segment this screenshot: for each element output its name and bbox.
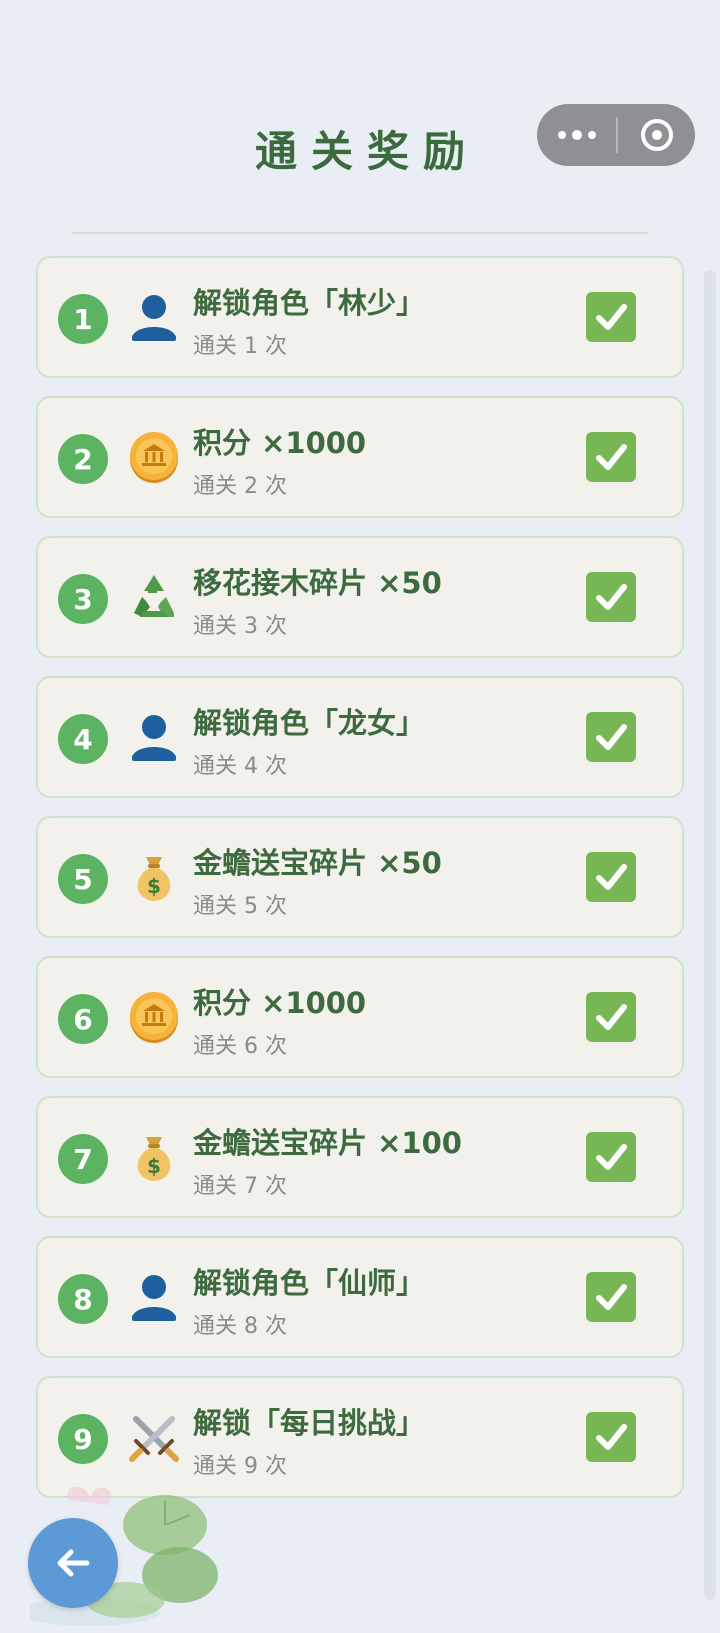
scrollbar[interactable] — [704, 270, 716, 1600]
checkmark-icon — [586, 292, 636, 342]
reward-requirement: 通关 2 次 — [193, 474, 287, 499]
reward-requirement: 通关 7 次 — [193, 1174, 287, 1199]
coin-icon — [126, 989, 182, 1045]
reward-requirement: 通关 8 次 — [193, 1314, 287, 1339]
person-silhouette-icon — [126, 1269, 182, 1325]
coin-icon — [126, 429, 182, 485]
checkmark-icon — [586, 1132, 636, 1182]
reward-requirement: 通关 4 次 — [193, 754, 287, 779]
reward-requirement: 通关 9 次 — [193, 1454, 287, 1479]
reward-name: 解锁角色「龙女」 — [193, 706, 426, 740]
checkmark-icon — [586, 992, 636, 1042]
reward-number-badge: 1 — [58, 294, 108, 344]
svg-text:$: $ — [147, 874, 161, 898]
crossed-swords-icon — [126, 1409, 182, 1465]
person-silhouette-icon — [126, 289, 182, 345]
money-bag-icon: $ — [126, 1129, 182, 1185]
reward-item[interactable]: 8 解锁角色「仙师」通关 8 次 — [36, 1236, 684, 1358]
reward-number-badge: 2 — [58, 434, 108, 484]
title-divider — [72, 232, 648, 234]
reward-requirement: 通关 1 次 — [193, 334, 287, 359]
reward-item[interactable]: 1 解锁角色「林少」通关 1 次 — [36, 256, 684, 378]
recycle-icon — [126, 569, 182, 625]
money-bag-icon: $ — [126, 849, 182, 905]
reward-item[interactable]: 3 移花接木碎片 ×50 通关 3 次 — [36, 536, 684, 658]
reward-requirement: 通关 3 次 — [193, 614, 287, 639]
reward-list: 1 解锁角色「林少」通关 1 次 2 积分 ×1000 通关 2 次 3 移花接木碎片 ×5… — [36, 256, 684, 1516]
reward-requirement: 通关 6 次 — [193, 1034, 287, 1059]
checkmark-icon — [586, 432, 636, 482]
reward-item[interactable]: 7 $ 金蟾送宝碎片 ×100 通关 7 次 — [36, 1096, 684, 1218]
reward-page: 通关奖励 1 解锁角色「林少」通关 1 次 2 积分 ×1000 通关 2 次 3 移花接木… — [0, 0, 720, 1633]
reward-name: 积分 ×1000 — [193, 986, 367, 1020]
reward-item[interactable]: 5 $ 金蟾送宝碎片 ×50 通关 5 次 — [36, 816, 684, 938]
reward-item[interactable]: 6 积分 ×1000 通关 6 次 — [36, 956, 684, 1078]
person-silhouette-icon — [126, 709, 182, 765]
reward-name: 金蟾送宝碎片 ×100 — [193, 1126, 462, 1160]
reward-number-badge: 7 — [58, 1134, 108, 1184]
reward-number-badge: 9 — [58, 1414, 108, 1464]
checkmark-icon — [586, 712, 636, 762]
reward-name: 解锁角色「仙师」 — [193, 1266, 426, 1300]
reward-requirement: 通关 5 次 — [193, 894, 287, 919]
checkmark-icon — [586, 1272, 636, 1322]
reward-name: 解锁角色「林少」 — [193, 286, 426, 320]
back-button[interactable] — [28, 1518, 118, 1608]
page-title: 通关奖励 — [254, 127, 479, 176]
reward-item[interactable]: 2 积分 ×1000 通关 2 次 — [36, 396, 684, 518]
arrow-left-icon — [57, 1549, 90, 1577]
reward-name: 移花接木碎片 ×50 — [193, 566, 442, 600]
reward-number-badge: 8 — [58, 1274, 108, 1324]
checkmark-icon — [586, 852, 636, 902]
reward-name: 解锁「每日挑战」 — [193, 1406, 426, 1440]
reward-number-badge: 3 — [58, 574, 108, 624]
svg-text:$: $ — [147, 1154, 161, 1178]
checkmark-icon — [586, 1412, 636, 1462]
reward-item[interactable]: 4 解锁角色「龙女」通关 4 次 — [36, 676, 684, 798]
reward-number-badge: 4 — [58, 714, 108, 764]
checkmark-icon — [586, 572, 636, 622]
reward-number-badge: 5 — [58, 854, 108, 904]
reward-name: 金蟾送宝碎片 ×50 — [193, 846, 442, 880]
reward-name: 积分 ×1000 — [193, 426, 367, 460]
reward-number-badge: 6 — [58, 994, 108, 1044]
